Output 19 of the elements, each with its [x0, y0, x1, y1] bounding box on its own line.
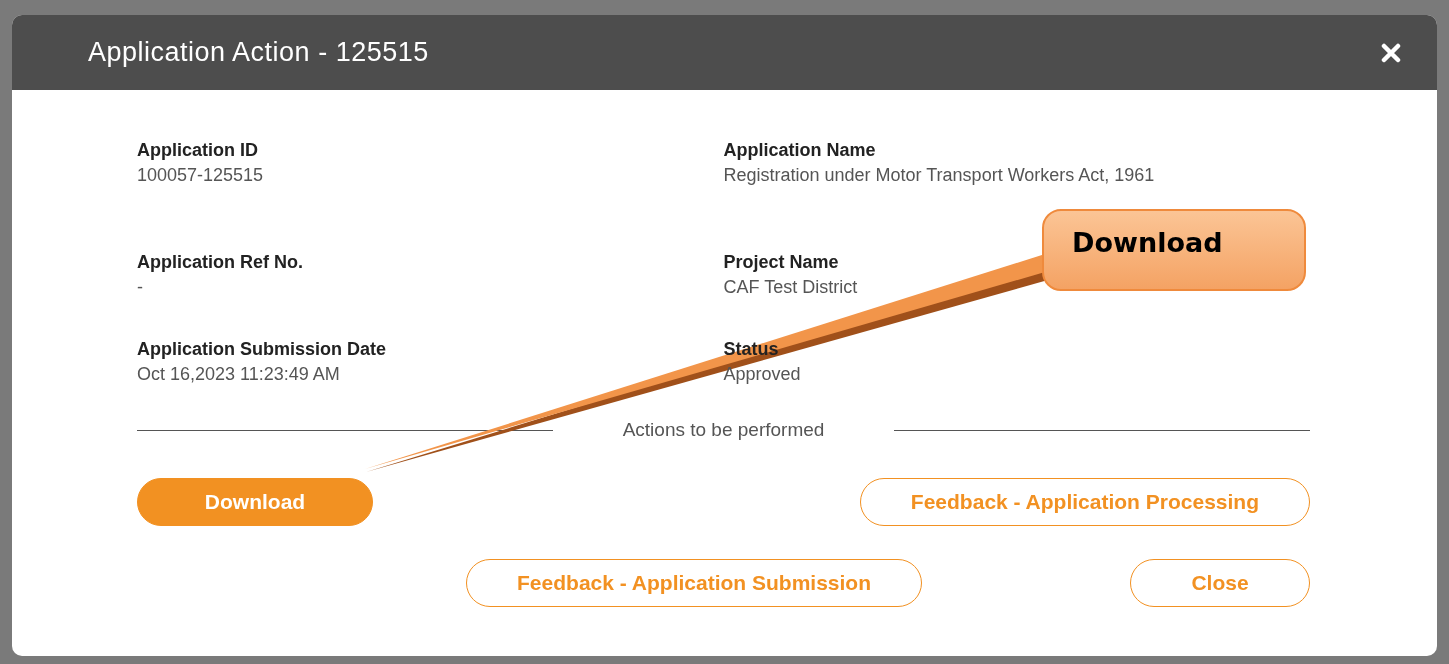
field-value: - [137, 276, 144, 299]
field-label: Application Ref No. [137, 251, 303, 274]
field-value: Oct 16,2023 11:23:49 AM [137, 363, 341, 386]
close-button[interactable]: Close [1130, 558, 1310, 607]
field-label: Application ID [137, 139, 258, 162]
callout-label: Download [1072, 227, 1223, 258]
modal-title: Application Action - 125515 [88, 36, 429, 70]
close-icon[interactable] [1381, 42, 1401, 63]
field-value: 100057-125515 [137, 164, 265, 187]
field-value: CAF Test District [723, 276, 859, 299]
field-label: Project Name [723, 251, 839, 274]
field-value: Approved [723, 363, 802, 386]
feedback-button[interactable]: Feedback - Application Submission [466, 558, 922, 607]
download-button[interactable]: Download [137, 477, 373, 526]
feedback-button[interactable]: Feedback - Application Processing [859, 477, 1310, 526]
field-label: Application Name [723, 139, 876, 162]
section-heading: Actions to be performed [621, 418, 826, 442]
field-label: Application Submission Date [137, 338, 387, 361]
field-value: Registration under Motor Transport Workers Act, 1961 [723, 164, 1156, 187]
